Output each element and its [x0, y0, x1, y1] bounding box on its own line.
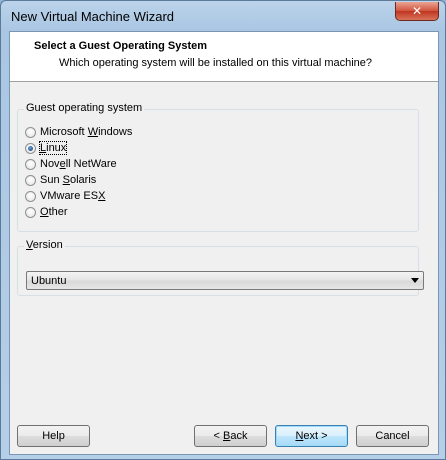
version-legend: Version — [24, 239, 65, 251]
close-button[interactable]: ✕ — [395, 2, 439, 21]
radio-microsoft-windows[interactable]: Microsoft Windows — [25, 124, 132, 140]
radio-button[interactable] — [25, 126, 36, 138]
version-dropdown[interactable]: Ubuntu — [26, 271, 424, 290]
version-selected-value: Ubuntu — [31, 275, 67, 287]
radio-label-other: Other — [40, 206, 68, 218]
radio-linux[interactable]: Linux — [25, 140, 68, 156]
radio-label-linux: Linux — [38, 141, 68, 155]
wizard-header: Select a Guest Operating System Which op… — [10, 32, 438, 82]
wizard-window: New Virtual Machine Wizard ✕ Select a Gu… — [0, 0, 446, 460]
radio-novell-netware[interactable]: Novell NetWare — [25, 156, 117, 172]
close-icon: ✕ — [411, 4, 423, 18]
radio-other[interactable]: Other — [25, 204, 68, 220]
cancel-button[interactable]: Cancel — [356, 425, 429, 447]
radio-button[interactable] — [25, 190, 36, 202]
radio-label-microsoft-windows: Microsoft Windows — [40, 126, 133, 138]
radio-button[interactable] — [25, 158, 36, 170]
wizard-client-area: Select a Guest Operating System Which op… — [9, 31, 439, 455]
guest-os-legend: Guest operating system — [24, 102, 145, 114]
window-title: New Virtual Machine Wizard — [11, 9, 175, 24]
radio-button[interactable] — [25, 174, 36, 186]
title-bar[interactable]: New Virtual Machine Wizard ✕ — [1, 1, 445, 31]
version-group: Version Ubuntu — [17, 239, 424, 296]
page-title: Select a Guest Operating System — [34, 40, 208, 52]
radio-button[interactable] — [25, 206, 36, 218]
radio-label-novell-netware: Novell NetWare — [40, 158, 117, 170]
page-subtitle: Which operating system will be installed… — [59, 57, 373, 69]
help-button[interactable]: Help — [17, 425, 90, 447]
radio-label-vmware-esx: VMware ESX — [40, 190, 106, 202]
next-button[interactable]: Next > — [275, 425, 348, 447]
chevron-down-icon[interactable] — [411, 278, 419, 283]
guest-os-group: Guest operating system Microsoft Windows… — [17, 102, 419, 232]
back-button[interactable]: < Back — [194, 425, 267, 447]
radio-vmware-esx[interactable]: VMware ESX — [25, 188, 105, 204]
radio-button-selected[interactable] — [25, 142, 36, 154]
radio-label-sun-solaris: Sun Solaris — [40, 174, 97, 186]
radio-sun-solaris[interactable]: Sun Solaris — [25, 172, 96, 188]
